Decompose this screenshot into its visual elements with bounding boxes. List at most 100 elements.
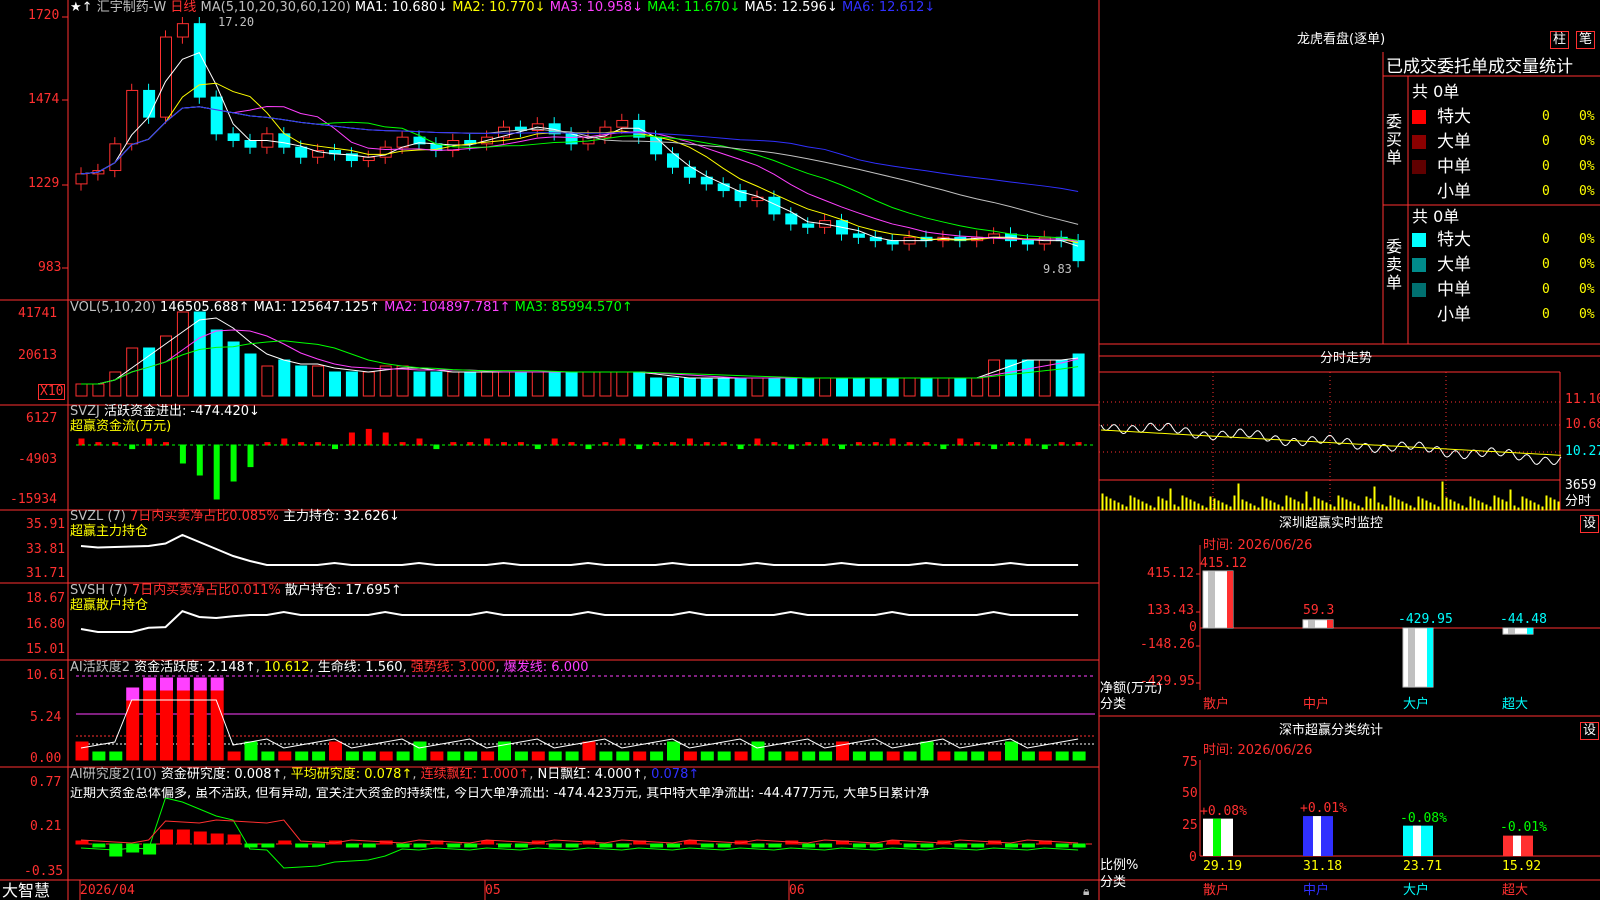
stats-category: 散户: [1203, 883, 1230, 898]
activity-bar: [971, 751, 985, 761]
low-price-label: 9.83: [1043, 262, 1072, 276]
stats-y-tick: 25: [1182, 818, 1198, 833]
research-bar: [903, 843, 917, 848]
activity-bar: [582, 741, 596, 761]
intraday-volume-bar: [1325, 502, 1328, 511]
volume-bar-down: [852, 377, 865, 397]
intraday-volume-bar: [1401, 501, 1404, 511]
intraday-volume-bar: [1521, 496, 1524, 511]
sell-row-count: 0: [1542, 232, 1550, 247]
kline-chart-canvas[interactable]: [0, 0, 1600, 900]
intraday-volume-bar: [1421, 498, 1424, 511]
stock-title[interactable]: 汇宇制药-W: [97, 0, 167, 15]
fund-flow-bar-out: [788, 444, 795, 450]
sz-category: 中户: [1303, 697, 1330, 712]
activity-bar: [819, 751, 833, 761]
intraday-volume-bar: [1449, 499, 1452, 511]
y-tick: -4903: [18, 452, 58, 467]
intraday-volume-bar: [1373, 486, 1376, 511]
research-bar: [1055, 843, 1069, 848]
research-line: [80, 797, 1079, 869]
intraday-volume-bar: [1133, 497, 1136, 511]
fund-flow-bar-in: [146, 438, 153, 446]
sz-monitor-settings-button[interactable]: 设: [1580, 515, 1600, 533]
activity-bar: [345, 751, 359, 761]
y-tick: 33.81: [26, 542, 66, 557]
research-bar: [75, 840, 89, 845]
activity-bar: [751, 741, 765, 761]
candle-up: [109, 143, 122, 172]
fund-flow-bar-in: [416, 438, 423, 446]
stats-value: 31.18: [1303, 859, 1343, 874]
bar-view-button[interactable]: 柱: [1550, 31, 1570, 49]
period-label[interactable]: 日线: [170, 0, 196, 15]
stats-value: 23.71: [1403, 859, 1443, 874]
fund-flow-bar-in: [686, 438, 693, 446]
sz-bar-value: 415.12: [1200, 556, 1247, 571]
intraday-volume-bar: [1453, 501, 1456, 511]
intraday-volume-bar: [1477, 500, 1480, 511]
intraday-volume-bar: [1441, 481, 1444, 511]
candle-down: [802, 223, 815, 228]
y-tick: 18.67: [26, 591, 66, 606]
intraday-volume-bar: [1109, 498, 1112, 511]
sell-total: 共 0单: [1412, 207, 1460, 226]
monitor-bar-edge: [1327, 619, 1333, 628]
intraday-volume-bar: [1557, 501, 1560, 511]
research-bar: [954, 843, 968, 848]
buy-total: 共 0单: [1412, 82, 1460, 101]
intraday-volume-bar: [1153, 507, 1156, 511]
tick-view-button[interactable]: 笔: [1576, 31, 1596, 49]
research-bar: [700, 843, 714, 848]
sz-y-tick: 415.12: [1147, 566, 1194, 581]
vol-unit-badge[interactable]: X10: [38, 384, 66, 400]
fund-flow-bar-out: [940, 444, 947, 450]
activity-bar-top: [176, 677, 190, 691]
volume-bar-down: [345, 371, 358, 397]
lock-icon[interactable]: 🔒︎: [1083, 884, 1089, 898]
intraday-volume-bar: [1217, 500, 1220, 511]
sell-row-name: 大单: [1437, 255, 1471, 275]
svzl-label: SVZL (7): [70, 509, 126, 524]
research-bar: [667, 843, 680, 848]
volume-bar-down: [667, 377, 679, 397]
activity-bar: [785, 751, 799, 761]
activity-bar: [447, 751, 461, 761]
sell-orders-label: 委卖单: [1386, 237, 1403, 292]
y-tick: 1474: [28, 92, 60, 107]
research-bar: [481, 840, 495, 845]
volume-bar-up: [937, 377, 950, 397]
fund-flow-bar-in: [382, 432, 389, 446]
brand-label: 大智慧: [2, 881, 51, 900]
intraday-price-line: [1100, 422, 1562, 466]
volume-bar-down: [700, 377, 713, 397]
activity-bar: [599, 751, 613, 761]
activity-line: [80, 699, 1079, 749]
svsh-subtitle: 超赢散户持仓: [70, 598, 149, 613]
sell-row-pct: 0%: [1579, 232, 1595, 247]
intraday-volume-bar: [1185, 497, 1188, 511]
sz-stats-settings-button[interactable]: 设: [1580, 722, 1600, 740]
intraday-volume-bar: [1305, 491, 1308, 511]
intraday-volume-bar: [1337, 495, 1340, 511]
research-bar: [751, 843, 765, 848]
activity-bar: [430, 751, 444, 761]
ai-active-v2: 10.612: [264, 660, 310, 675]
research-bar: [176, 829, 190, 845]
intraday-volume-bar: [1165, 500, 1168, 511]
volume-bar-down: [920, 377, 933, 397]
intraday-volume-bar: [1329, 504, 1332, 511]
activity-bar: [616, 751, 630, 761]
research-bar: [717, 843, 731, 848]
intraday-volume-bar: [1157, 496, 1160, 511]
y-tick: -15934: [10, 492, 57, 507]
candle-down: [785, 213, 798, 225]
intraday-volume-bar: [1181, 495, 1184, 511]
intraday-volume-bar: [1261, 496, 1264, 511]
intraday-volume-bar: [1425, 500, 1428, 511]
stats-category: 超大: [1502, 883, 1529, 898]
intraday-volume-bar: [1333, 506, 1336, 511]
research-bar: [413, 843, 427, 848]
buy-row-swatch: [1412, 110, 1426, 124]
intraday-volume-bar: [1353, 503, 1356, 511]
